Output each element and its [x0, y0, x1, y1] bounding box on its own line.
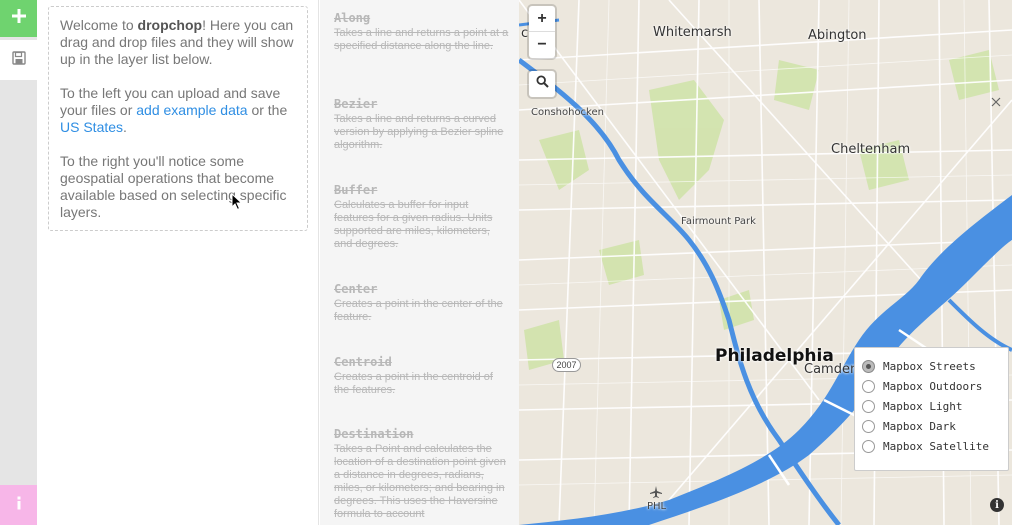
floppy-disk-icon: [11, 50, 26, 70]
basemap-switcher: Mapbox Streets Mapbox Outdoors Mapbox Li…: [854, 347, 1009, 471]
radio[interactable]: [862, 439, 875, 453]
operation-name: Buffer: [334, 183, 378, 197]
operation-description: Takes a Point and calculates the locatio…: [334, 443, 506, 520]
operation-name: Bezier: [334, 97, 378, 111]
operation-centroid[interactable]: Centroid Creates a point in the centroid…: [334, 355, 510, 397]
operation-name: Destination: [334, 427, 414, 441]
basemap-label: Mapbox Outdoors: [883, 379, 983, 393]
info-button[interactable]: [0, 485, 37, 525]
operation-name: Centroid: [334, 355, 392, 369]
basemap-option-outdoors[interactable]: Mapbox Outdoors: [862, 376, 1008, 396]
info-icon: [16, 496, 22, 515]
basemap-option-light[interactable]: Mapbox Light: [862, 396, 1008, 416]
map-search-button[interactable]: [529, 71, 555, 97]
left-toolbar: [0, 0, 37, 525]
place-label-whitemarsh: Whitemarsh: [653, 25, 732, 40]
place-label-conshohocken: Conshohocken: [531, 107, 604, 118]
brand-name: dropchop: [137, 17, 203, 33]
place-label-abington: Abington: [808, 28, 867, 43]
operation-description: Creates a point in the center of the fea…: [334, 298, 503, 323]
operation-buffer[interactable]: Buffer Calculates a buffer for input fea…: [334, 183, 510, 251]
operation-center[interactable]: Center Creates a point in the center of …: [334, 282, 510, 324]
welcome-message: Welcome to dropchop! Here you can drag a…: [48, 6, 308, 231]
add-example-data-link[interactable]: add example data: [136, 102, 247, 118]
us-states-link[interactable]: US States: [60, 119, 123, 135]
operation-description: Creates a point in the centroid of the f…: [334, 371, 493, 396]
operation-along[interactable]: Along Takes a line and returns a point a…: [334, 11, 510, 53]
save-button[interactable]: [0, 40, 37, 80]
route-shield: 2007: [552, 358, 581, 372]
add-button[interactable]: [0, 0, 37, 37]
attribution-info-icon[interactable]: i: [990, 498, 1004, 512]
place-label-cheltenham: Cheltenham: [831, 142, 911, 157]
place-label-cut-left: c: [521, 26, 529, 41]
operation-description: Calculates a buffer for input features f…: [334, 199, 493, 250]
welcome-paragraph-1: Welcome to dropchop! Here you can drag a…: [60, 17, 294, 67]
place-label-camden: Camden: [804, 362, 859, 377]
welcome-paragraph-3: To the right you'll notice some geospati…: [60, 153, 287, 220]
basemap-option-satellite[interactable]: Mapbox Satellite: [862, 436, 1008, 456]
airport-icon: [649, 485, 663, 504]
search-icon: [535, 75, 549, 93]
radio[interactable]: [862, 399, 875, 413]
radio[interactable]: [862, 419, 875, 433]
operation-name: Along: [334, 11, 371, 25]
basemap-option-streets[interactable]: Mapbox Streets: [862, 356, 1008, 376]
radio-selected[interactable]: [862, 359, 875, 373]
operation-description: Takes a line and returns a curved versio…: [334, 113, 504, 151]
zoom-control: + −: [529, 6, 555, 58]
mouse-cursor-icon: [231, 192, 243, 216]
basemap-label: Mapbox Dark: [883, 419, 956, 433]
zoom-in-button[interactable]: +: [529, 6, 555, 32]
place-label-fairmount-park: Fairmount Park: [681, 216, 756, 227]
operations-panel: Along Takes a line and returns a point a…: [320, 0, 519, 525]
operation-destination[interactable]: Destination Takes a Point and calculates…: [334, 427, 510, 521]
radio[interactable]: [862, 379, 875, 393]
welcome-paragraph-2: To the left you can upload and save your…: [60, 85, 288, 135]
operation-bezier[interactable]: Bezier Takes a line and returns a curved…: [334, 97, 510, 152]
basemap-label: Mapbox Satellite: [883, 439, 989, 453]
basemap-option-dark[interactable]: Mapbox Dark: [862, 416, 1008, 436]
layer-panel[interactable]: Welcome to dropchop! Here you can drag a…: [37, 0, 319, 525]
map[interactable]: Conshohocken Whitemarsh Abington Chelten…: [519, 0, 1012, 525]
operation-description: Takes a line and returns a point at a sp…: [334, 27, 509, 52]
basemap-label: Mapbox Streets: [883, 359, 976, 373]
plus-icon: [11, 9, 26, 28]
operation-name: Center: [334, 282, 378, 296]
fullscreen-icon[interactable]: [991, 97, 1001, 110]
zoom-out-button[interactable]: −: [529, 32, 555, 58]
basemap-label: Mapbox Light: [883, 399, 963, 413]
